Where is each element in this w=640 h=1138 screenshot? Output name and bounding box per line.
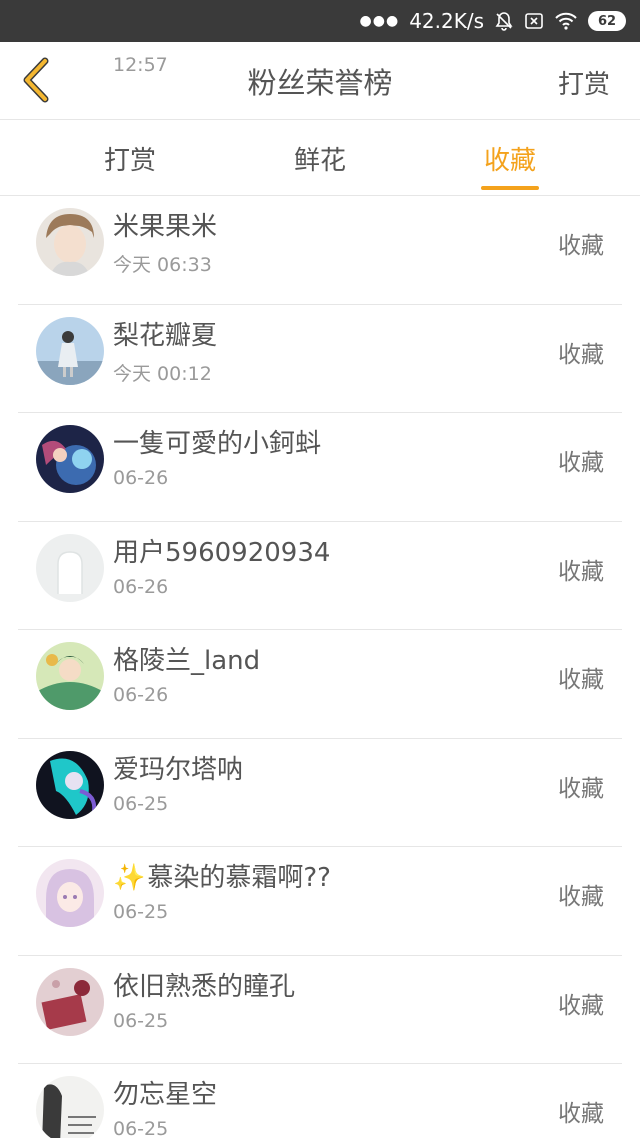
- more-dots-icon: ●●●: [359, 13, 400, 29]
- list-item[interactable]: ✨慕染的慕霜啊?? 06-25 收藏: [0, 847, 640, 956]
- sparkle-icon: ✨: [113, 863, 146, 893]
- list-item[interactable]: 爱玛尔塔呐 06-25 收藏: [0, 739, 640, 848]
- avatar[interactable]: [36, 967, 104, 1036]
- list-item[interactable]: 梨花瓣夏 今天 00:12 收藏: [0, 305, 640, 414]
- time-label: 06-26: [113, 467, 169, 489]
- avatar[interactable]: [36, 750, 104, 819]
- favorite-label: 收藏: [558, 233, 604, 259]
- favorite-label: 收藏: [558, 992, 604, 1019]
- list-item[interactable]: 米果果米 今天 06:33 收藏: [0, 196, 640, 305]
- user-name: 梨花瓣夏: [113, 320, 218, 351]
- tab-reward[interactable]: 打赏: [80, 120, 180, 196]
- list-item[interactable]: 用户5960920934 06-26 收藏: [0, 522, 640, 631]
- time-label: 06-25: [113, 1009, 169, 1032]
- avatar[interactable]: [36, 316, 104, 385]
- favorite-label: 收藏: [558, 667, 604, 693]
- time-label: 今天 00:12: [113, 362, 212, 385]
- user-name: 爱玛尔塔呐: [113, 754, 244, 785]
- active-tab-indicator: [481, 186, 539, 190]
- favorite-label: 收藏: [558, 884, 604, 910]
- time-label: 06-26: [113, 575, 169, 598]
- avatar[interactable]: [36, 533, 104, 602]
- user-name-text: 慕染的慕霜啊??: [147, 863, 331, 893]
- user-name: 格陵兰_land: [113, 646, 261, 676]
- avatar[interactable]: [36, 642, 104, 710]
- user-name: 依旧熟悉的瞳孔: [113, 971, 296, 1002]
- app-header: 粉丝荣誉榜 打赏: [0, 42, 640, 120]
- reward-button[interactable]: 打赏: [558, 64, 610, 101]
- time-label: 06-25: [113, 792, 169, 815]
- list-item[interactable]: 一隻可愛的小鈳蚪 06-26 收藏: [0, 413, 640, 522]
- user-name: 一隻可愛的小鈳蚪: [113, 429, 322, 459]
- status-bar: 12:57 ●●● 42.2K/s 62: [0, 0, 640, 76]
- network-speed: 42.2K/s: [409, 9, 484, 33]
- time-label: 06-25: [113, 901, 169, 923]
- time-label: 今天 06:33: [113, 254, 212, 276]
- wifi-icon: [554, 11, 578, 31]
- avatar[interactable]: [36, 425, 104, 493]
- list-item[interactable]: 勿忘星空 06-25 收藏: [0, 1064, 640, 1138]
- favorite-label: 收藏: [558, 558, 604, 585]
- user-name: ✨慕染的慕霜啊??: [113, 857, 331, 894]
- user-name: 用户5960920934: [113, 537, 331, 568]
- sim-x-icon: [524, 11, 544, 31]
- avatar[interactable]: [36, 859, 104, 927]
- avatar[interactable]: [36, 1076, 104, 1138]
- time-label: 06-25: [113, 1118, 169, 1138]
- user-name: 米果果米: [113, 212, 218, 242]
- tab-flowers[interactable]: 鲜花: [270, 120, 370, 196]
- tab-bar: 打赏 鲜花 收藏: [0, 120, 640, 196]
- list-item[interactable]: 依旧熟悉的瞳孔 06-25 收藏: [0, 956, 640, 1065]
- fan-list: 米果果米 今天 06:33 收藏 梨花瓣夏 今天 00:12 收藏 一隻可愛的小…: [0, 196, 640, 1138]
- favorite-label: 收藏: [558, 341, 604, 368]
- avatar[interactable]: [36, 208, 104, 276]
- page-title: 粉丝荣誉榜: [247, 65, 393, 100]
- favorite-label: 收藏: [558, 1101, 604, 1127]
- tab-favorites[interactable]: 收藏: [460, 120, 560, 196]
- favorite-label: 收藏: [558, 450, 604, 476]
- chevron-left-icon: [19, 57, 53, 107]
- user-name: 勿忘星空: [113, 1080, 218, 1110]
- back-button[interactable]: [14, 57, 58, 107]
- list-item[interactable]: 格陵兰_land 06-26 收藏: [0, 630, 640, 739]
- time-label: 06-26: [113, 684, 169, 706]
- battery-indicator: 62: [588, 11, 626, 31]
- favorite-label: 收藏: [558, 775, 604, 802]
- bell-muted-icon: [494, 11, 514, 31]
